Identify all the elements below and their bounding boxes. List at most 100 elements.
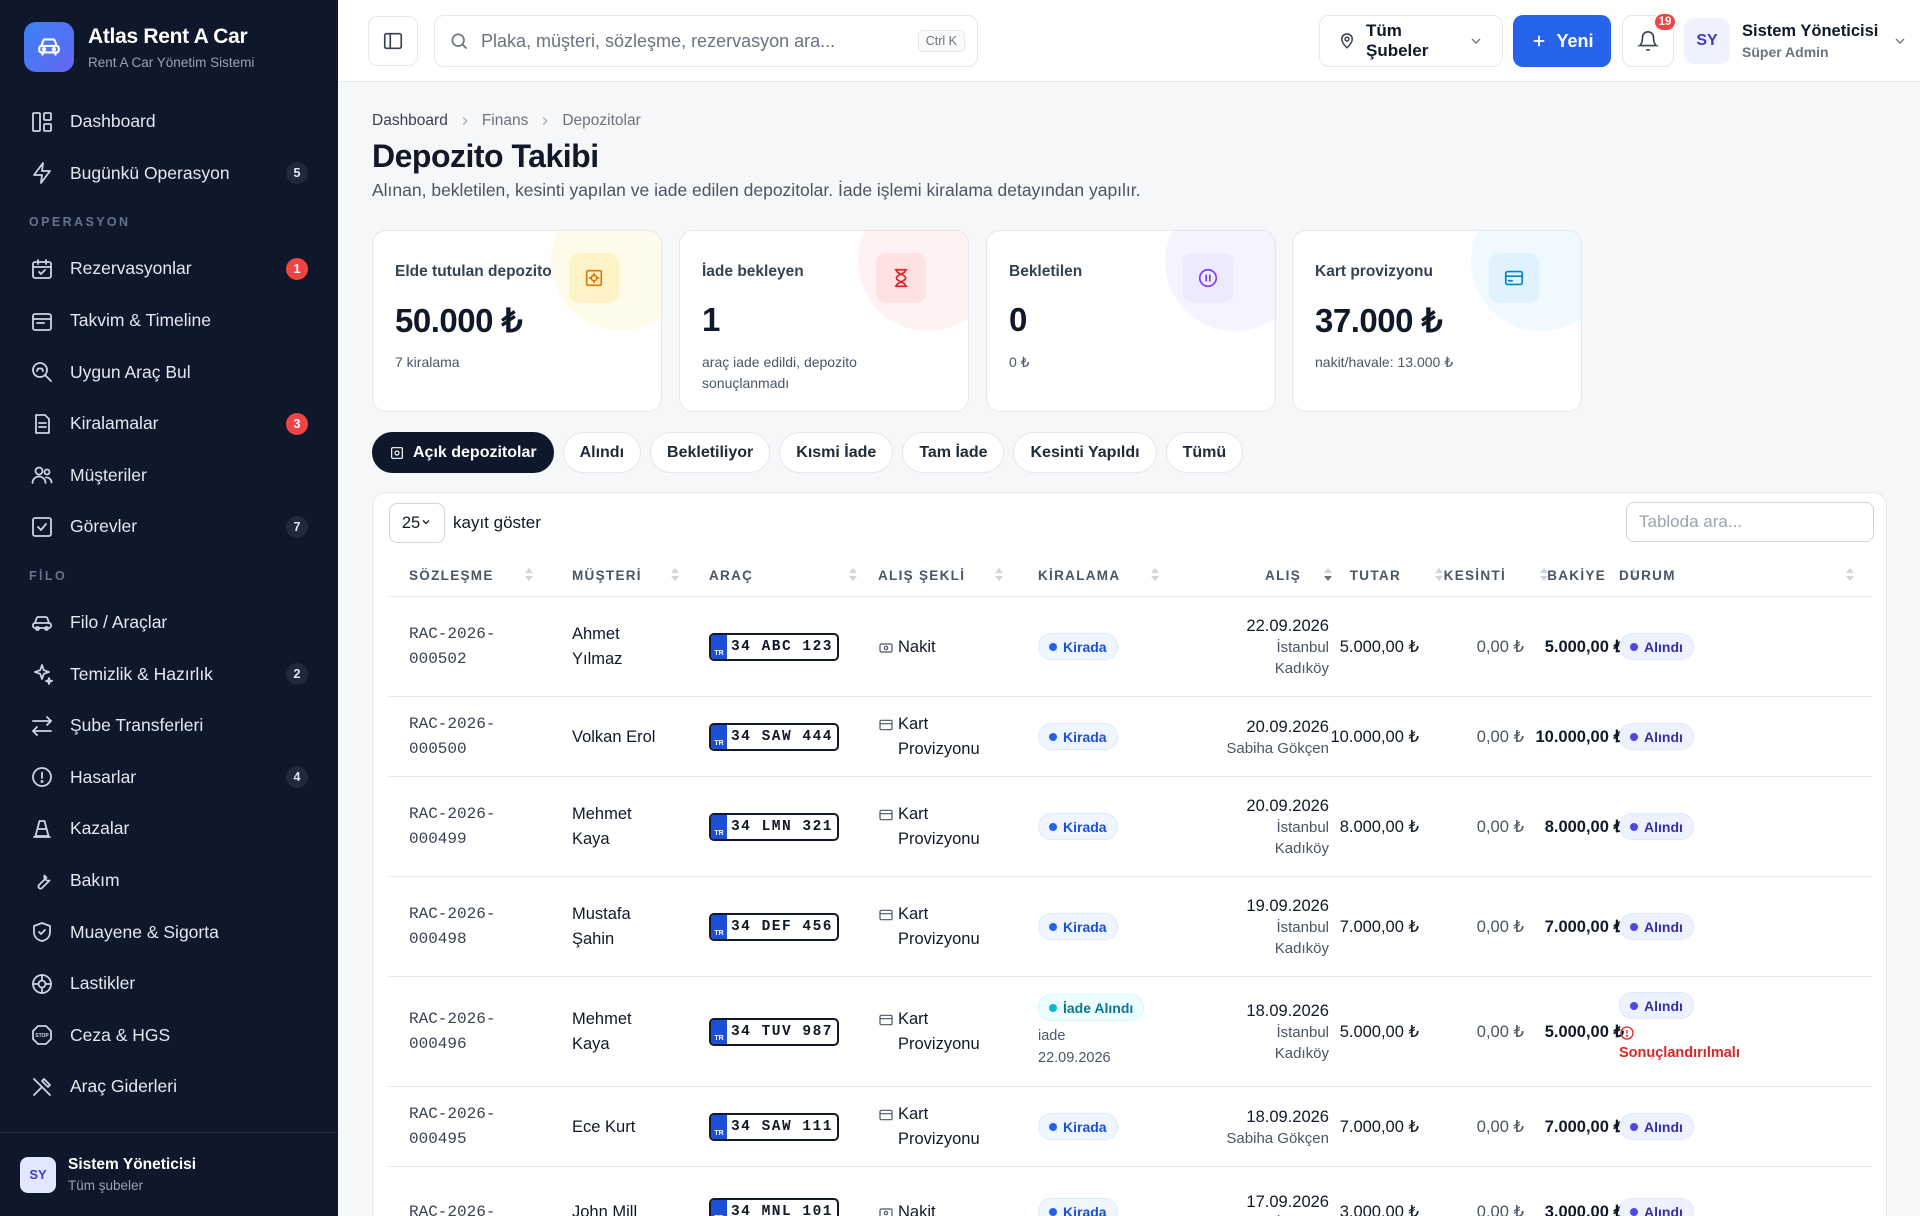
card-icon <box>878 717 894 733</box>
sidebar-item[interactable]: Filo / Araçlar <box>0 597 338 649</box>
contract-number-line: RAC-2026- <box>409 1202 496 1216</box>
table-row[interactable]: RAC-2026- 000499 Mehmet Kaya TR 34 LMN 321 Kar… <box>389 777 1872 877</box>
filter-tab-label: Tümü <box>1182 443 1227 461</box>
filter-tab[interactable]: Kısmi İade <box>779 432 894 473</box>
sidebar-toggle-button[interactable] <box>368 16 418 66</box>
sidebar-item[interactable]: Muayene & Sigorta <box>0 906 338 958</box>
sort-icon[interactable] <box>1435 568 1443 582</box>
customer-name[interactable]: Volkan Erol <box>572 725 655 750</box>
sidebar-item[interactable]: Rezervasyonlar 1 <box>0 243 338 295</box>
sidebar-item[interactable]: Bugünkü Operasyon 5 <box>0 148 338 200</box>
sidebar-item-label: Hasarlar <box>70 766 137 787</box>
user-menu[interactable]: SY Sistem Yöneticisi Süper Admin <box>1684 15 1908 67</box>
contract-number[interactable]: RAC-2026- 000502 <box>409 622 495 672</box>
column-header[interactable]: ALIŞ ŞEKLİ <box>878 553 965 597</box>
breadcrumb-finans[interactable]: Finans <box>482 112 529 130</box>
table-row[interactable]: RAC-2026- 000498 Mustafa Şahin TR 34 DEF 456 K… <box>389 877 1872 977</box>
customer-name-line: Şahin <box>572 930 615 948</box>
sparkles-icon <box>30 662 54 686</box>
breadcrumb-dashboard[interactable]: Dashboard <box>372 112 448 130</box>
contract-number[interactable]: RAC-2026- 000496 <box>409 1007 495 1057</box>
customer-name[interactable]: Ahmet Yılmaz <box>572 622 622 672</box>
column-header[interactable]: MÜŞTERİ <box>572 553 642 597</box>
pickup-location: Sabiha Gökçen <box>1226 739 1329 757</box>
global-search[interactable]: Ctrl K <box>434 15 978 67</box>
sidebar-item[interactable]: Temizlik & Hazırlık 2 <box>0 648 338 700</box>
customer-name-line: Volkan Erol <box>572 727 656 746</box>
table-row[interactable]: RAC-2026- 000500 Volkan Erol TR 34 SAW 444 Ka… <box>389 697 1872 777</box>
sidebar-item[interactable]: STOP Ceza & HGS <box>0 1010 338 1062</box>
deposit-status: Alındı <box>1619 813 1694 840</box>
customer-name[interactable]: John Mill <box>572 1200 637 1216</box>
sidebar-item[interactable]: Kazalar <box>0 803 338 855</box>
sidebar-item-label: Temizlik & Hazırlık <box>70 663 213 684</box>
rental-status: Kirada <box>1038 1113 1118 1140</box>
status-dot-icon <box>1049 922 1057 931</box>
filter-tab[interactable]: Tam İade <box>902 432 1005 473</box>
sidebar-item[interactable]: Araç Giderleri <box>0 1061 338 1113</box>
filter-tab[interactable]: Açık depozitolar <box>372 432 554 473</box>
plate-country-strip: TR <box>711 1200 727 1216</box>
sort-icon[interactable] <box>1324 568 1332 582</box>
filter-tab[interactable]: Bekletiliyor <box>650 432 771 473</box>
table-body: RAC-2026- 000502 Ahmet Yılmaz TR 34 ABC 123 Na… <box>389 597 1872 1216</box>
table-row[interactable]: RAC-2026- 000496 Mehmet Kaya TR 34 TUV 987 Kar… <box>389 977 1872 1087</box>
stat-note: nakit/havale: 13.000 ₺ <box>1315 354 1454 370</box>
sidebar-item[interactable]: Kiralamalar 3 <box>0 398 338 450</box>
sort-icon[interactable] <box>1846 568 1854 582</box>
payment-method-line: Provizyonu <box>898 740 980 758</box>
customer-name[interactable]: Ece Kurt <box>572 1115 635 1140</box>
sort-icon[interactable] <box>671 568 679 582</box>
customer-name[interactable]: Mustafa Şahin <box>572 902 631 952</box>
contract-number[interactable]: RAC-2026- 000500 <box>409 712 495 762</box>
sort-icon[interactable] <box>1151 568 1159 582</box>
filter-tab[interactable]: Alındı <box>562 432 642 473</box>
contract-number[interactable]: RAC-2026- 000499 <box>409 802 495 852</box>
page-size-select[interactable]: 25 <box>389 503 445 543</box>
contract-number[interactable]: RAC-2026- 000495 <box>409 1102 495 1152</box>
column-header[interactable]: ALIŞ <box>1265 553 1301 597</box>
filter-tab-label: Tam İade <box>919 443 988 461</box>
sort-icon[interactable] <box>525 568 533 582</box>
sidebar-item[interactable]: Uygun Araç Bul <box>0 346 338 398</box>
column-header[interactable]: DURUM <box>1619 553 1676 597</box>
customer-name[interactable]: Mehmet Kaya <box>572 802 632 852</box>
sort-icon[interactable] <box>849 568 857 582</box>
users-icon <box>30 463 54 487</box>
sort-icon[interactable] <box>995 568 1003 582</box>
column-header[interactable]: BAKİYE <box>1547 553 1606 597</box>
contract-number[interactable]: RAC-2026- <box>409 1200 495 1216</box>
customer-name[interactable]: Mehmet Kaya <box>572 1007 632 1057</box>
contract-number-line: 000496 <box>409 1035 467 1053</box>
filter-tab[interactable]: Kesinti Yapıldı <box>1013 432 1157 473</box>
column-header[interactable]: SÖZLEŞME <box>409 553 494 597</box>
status-dot-icon <box>1049 822 1057 831</box>
sidebar-item[interactable]: Dashboard <box>0 96 338 148</box>
table-row[interactable]: RAC-2026- 000502 Ahmet Yılmaz TR 34 ABC 123 Na… <box>389 597 1872 697</box>
column-header[interactable]: KİRALAMA <box>1038 553 1120 597</box>
new-button[interactable]: Yeni <box>1513 15 1611 67</box>
payment-method-line: Nakit <box>898 637 936 656</box>
sidebar-item[interactable]: Müşteriler <box>0 450 338 502</box>
sidebar-item[interactable]: Hasarlar 4 <box>0 752 338 804</box>
branch-select[interactable]: Tüm Şubeler <box>1319 15 1503 67</box>
contract-number[interactable]: RAC-2026- 000498 <box>409 902 495 952</box>
sidebar-user[interactable]: SY Sistem Yöneticisi Tüm şubeler <box>0 1132 338 1216</box>
column-header[interactable]: ARAÇ <box>709 553 753 597</box>
sidebar-item[interactable]: Lastikler <box>0 958 338 1010</box>
search-input[interactable] <box>481 30 918 52</box>
deposit-status-label: Alındı <box>1644 997 1683 1014</box>
sidebar-item[interactable]: Takvim & Timeline <box>0 295 338 347</box>
sidebar-item[interactable]: Bakım <box>0 855 338 907</box>
notifications-button[interactable]: 19 <box>1622 12 1677 67</box>
sidebar-item[interactable]: Görevler 7 <box>0 501 338 553</box>
table-row[interactable]: RAC-2026- 000495 Ece Kurt TR 34 SAW 111 Kart P… <box>389 1087 1872 1167</box>
sidebar-item[interactable]: Şube Transferleri <box>0 700 338 752</box>
filter-tab[interactable]: Tümü <box>1165 432 1244 473</box>
column-header[interactable]: TUTAR <box>1350 553 1401 597</box>
column-header[interactable]: KESİNTİ <box>1444 553 1506 597</box>
warning-text: Sonuçlandırılmalı <box>1619 1025 1740 1061</box>
table-search-input[interactable] <box>1626 502 1874 542</box>
table-row[interactable]: RAC-2026- John Mill TR34 MNL 101 Nakit Kirad… <box>389 1167 1872 1216</box>
brand[interactable]: Atlas Rent A Car Rent A Car Yönetim Sist… <box>24 22 254 72</box>
